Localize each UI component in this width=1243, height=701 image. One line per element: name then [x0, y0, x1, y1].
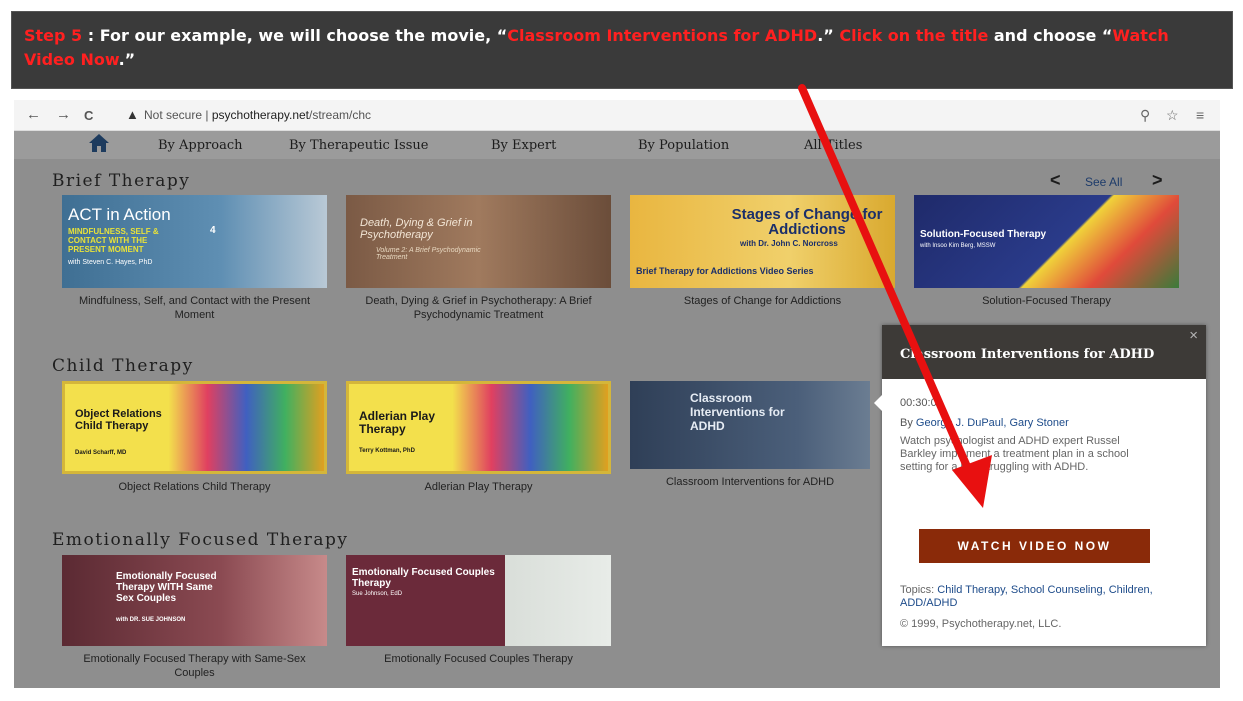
carousel-next-icon[interactable]: >: [1152, 170, 1163, 191]
thumbnail-title: Emotionally Focused Couples Therapy: [352, 567, 495, 589]
video-caption[interactable]: Object Relations Child Therapy: [62, 480, 327, 494]
thumbnail-title: Solution-Focused Therapy: [920, 229, 1047, 240]
thumbnail-author: Terry Kottman, PhD: [359, 448, 415, 454]
topics-label: Topics:: [900, 584, 938, 596]
movie-title-highlight: Classroom Interventions for ADHD: [507, 26, 818, 45]
step-label: Step 5: [24, 26, 83, 45]
video-thumbnail[interactable]: ACT in Action MINDFULNESS, SELF & CONTAC…: [62, 195, 327, 288]
forward-icon[interactable]: →: [56, 106, 71, 123]
thumbnail-title: Emotionally Focused Therapy WITH Same Se…: [116, 571, 217, 604]
see-all-link[interactable]: See All: [1085, 175, 1122, 189]
url-domain: psychotherapy.net: [211, 108, 310, 122]
video-card[interactable]: Death, Dying & Grief in Psychotherapy Vo…: [346, 195, 611, 322]
reload-icon[interactable]: C: [84, 108, 93, 123]
url-separator: |: [205, 108, 209, 122]
video-thumbnail[interactable]: Solution-Focused Therapy with Insoo Kim …: [914, 195, 1179, 288]
popup-title[interactable]: Classroom Interventions for ADHD: [900, 347, 1154, 362]
video-caption[interactable]: Death, Dying & Grief in Psychotherapy: A…: [346, 294, 611, 322]
video-caption[interactable]: Emotionally Focused Therapy with Same-Se…: [62, 652, 327, 680]
video-caption[interactable]: Emotionally Focused Couples Therapy: [346, 652, 611, 666]
video-card[interactable]: Classroom Interventions for ADHD Classro…: [630, 381, 870, 489]
thumbnail-author: with Insoo Kim Berg, MSSW: [920, 243, 996, 249]
video-card[interactable]: Solution-Focused Therapy with Insoo Kim …: [914, 195, 1179, 308]
back-icon[interactable]: ←: [26, 106, 41, 123]
nav-by-population[interactable]: By Population: [638, 138, 729, 153]
click-instruction: Click on the title: [839, 26, 989, 45]
section-title-brief-therapy: Brief Therapy: [52, 171, 191, 191]
home-icon[interactable]: [88, 133, 110, 159]
authors-link[interactable]: George J. DuPaul, Gary Stoner: [916, 417, 1069, 429]
browser-screenshot: ← → C ▲ Not secure | psychotherapy.net/s…: [14, 100, 1220, 688]
thumbnail-title: ACT in Action: [68, 205, 171, 224]
thumbnail-author: with DR. SUE JOHNSON: [116, 617, 186, 623]
popup-header: Classroom Interventions for ADHD ×: [882, 325, 1206, 379]
video-card[interactable]: Emotionally Focused Therapy WITH Same Se…: [62, 555, 327, 680]
popup-caret: [874, 395, 882, 411]
section-title-child-therapy: Child Therapy: [52, 356, 194, 376]
nav-by-expert[interactable]: By Expert: [491, 138, 556, 153]
thumbnail-author: David Scharff, MD: [75, 450, 127, 456]
browser-toolbar: ← → C ▲ Not secure | psychotherapy.net/s…: [14, 100, 1220, 131]
close-icon[interactable]: ×: [1189, 327, 1198, 344]
carousel-prev-icon[interactable]: <: [1050, 170, 1061, 191]
video-card[interactable]: Object Relations Child Therapy David Sch…: [62, 381, 327, 494]
video-caption[interactable]: Mindfulness, Self, and Contact with the …: [62, 294, 327, 322]
video-caption[interactable]: Adlerian Play Therapy: [346, 480, 611, 494]
volume-number: 4: [210, 225, 216, 236]
thumbnail-subtitle: Volume 2: A Brief Psychodynamic Treatmen…: [376, 247, 481, 261]
watch-video-now-button[interactable]: WATCH VIDEO NOW: [919, 529, 1150, 563]
thumbnail-author: Sue Johnson, EdD: [352, 591, 403, 597]
video-thumbnail[interactable]: Adlerian Play Therapy Terry Kottman, PhD: [346, 381, 611, 474]
bookmark-star-icon[interactable]: ☆: [1166, 107, 1179, 124]
video-description: Watch psychologist and ADHD expert Russe…: [900, 435, 1129, 473]
thumbnail-subtitle: Brief Therapy for Addictions Video Serie…: [636, 266, 814, 276]
topics-links[interactable]: Child Therapy, School Counseling, Childr…: [900, 584, 1153, 609]
instruction-text-1: : For our example, we will choose the mo…: [82, 26, 508, 45]
video-thumbnail[interactable]: Emotionally Focused Therapy WITH Same Se…: [62, 555, 327, 646]
video-card[interactable]: Adlerian Play Therapy Terry Kottman, PhD…: [346, 381, 611, 494]
zoom-icon[interactable]: ⚲: [1140, 107, 1150, 124]
video-caption[interactable]: Classroom Interventions for ADHD: [630, 475, 870, 489]
thumbnail-title: Object Relations Child Therapy: [75, 408, 162, 432]
video-caption[interactable]: Stages of Change for Addictions: [630, 294, 895, 308]
nav-by-therapeutic-issue[interactable]: By Therapeutic Issue: [289, 138, 428, 153]
thumbnail-author: with Dr. John C. Norcross: [740, 239, 838, 248]
video-duration: 00:30:00: [900, 397, 943, 409]
video-detail-popup: Classroom Interventions for ADHD × 00:30…: [874, 325, 1206, 646]
instruction-banner: Step 5 : For our example, we will choose…: [11, 11, 1233, 89]
thumbnail-title: Adlerian Play Therapy: [359, 409, 436, 436]
video-thumbnail[interactable]: Classroom Interventions for ADHD: [630, 381, 870, 469]
video-card[interactable]: Stages of Change for Addictions with Dr.…: [630, 195, 895, 308]
video-thumbnail[interactable]: Death, Dying & Grief in Psychotherapy Vo…: [346, 195, 611, 288]
video-caption[interactable]: Solution-Focused Therapy: [914, 294, 1179, 308]
url-path: /stream/chc: [309, 108, 372, 122]
site-nav: By Approach By Therapeutic Issue By Expe…: [14, 131, 1220, 159]
copyright-text: © 1999, Psychotherapy.net, LLC.: [900, 618, 1062, 630]
video-card[interactable]: Emotionally Focused Couples Therapy Sue …: [346, 555, 611, 666]
video-topics: Topics: Child Therapy, School Counseling…: [900, 584, 1190, 610]
instruction-text-4: .”: [118, 50, 136, 69]
thumbnail-author: with Steven C. Hayes, PhD: [68, 259, 153, 266]
section-title-emotionally-focused-therapy: Emotionally Focused Therapy: [52, 530, 349, 550]
thumbnail-title: Stages of Change for Addictions: [731, 206, 883, 238]
nav-all-titles[interactable]: All Titles: [804, 138, 862, 153]
video-card[interactable]: ACT in Action MINDFULNESS, SELF & CONTAC…: [62, 195, 327, 322]
video-thumbnail[interactable]: Emotionally Focused Couples Therapy Sue …: [346, 555, 611, 646]
instruction-text-3: and choose “: [988, 26, 1113, 45]
reading-list-icon[interactable]: ≡: [1196, 107, 1204, 123]
by-label: By: [900, 417, 916, 429]
video-thumbnail[interactable]: Stages of Change for Addictions with Dr.…: [630, 195, 895, 288]
address-bar[interactable]: Not secure | psychotherapy.net/stream/ch…: [144, 108, 371, 122]
video-thumbnail[interactable]: Object Relations Child Therapy David Sch…: [62, 381, 327, 474]
nav-by-approach[interactable]: By Approach: [158, 138, 243, 153]
warning-icon[interactable]: ▲: [126, 107, 139, 122]
thumbnail-title: Death, Dying & Grief in Psychotherapy: [360, 217, 473, 241]
video-authors: By George J. DuPaul, Gary Stoner: [900, 417, 1069, 429]
thumbnail-title: Classroom Interventions for ADHD: [690, 391, 785, 433]
instruction-text-2: .”: [817, 26, 840, 45]
not-secure-label: Not secure: [144, 108, 203, 122]
thumbnail-subtitle: MINDFULNESS, SELF & CONTACT WITH THE PRE…: [68, 227, 159, 254]
